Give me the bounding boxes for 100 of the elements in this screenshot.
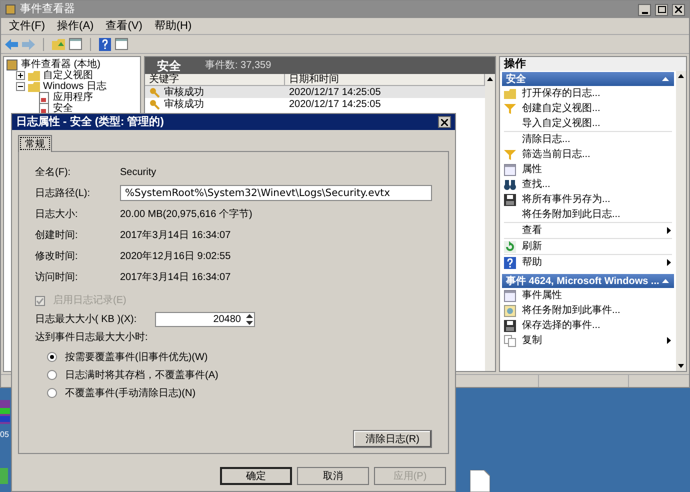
menu-item[interactable]: 文件(F) xyxy=(9,18,46,34)
action-item[interactable]: 保存选择的事件... xyxy=(522,318,672,333)
window-title: 事件查看器 xyxy=(20,2,76,18)
radio-label: 按需要覆盖事件(旧事件优先)(W) xyxy=(65,350,208,364)
section-header[interactable]: 事件 4624, Microsoft Windows ... xyxy=(502,274,674,288)
menu-item[interactable]: 查看(V) xyxy=(106,18,142,34)
app-icon xyxy=(5,4,16,15)
tree-item[interactable]: 自定义视图 xyxy=(43,70,93,81)
file-icon[interactable] xyxy=(470,470,490,492)
action-item[interactable]: 帮助 xyxy=(522,255,660,270)
action-item[interactable]: 查看 xyxy=(522,223,660,238)
funnel-icon xyxy=(504,148,516,160)
field-value: 2020年12月16日 9:02:55 xyxy=(120,250,231,264)
collapse-icon[interactable] xyxy=(16,82,25,91)
column-header[interactable]: 关键字 xyxy=(145,74,285,85)
field-label: 日志路径(L): xyxy=(35,186,91,200)
event-count: 事件数: 37,359 xyxy=(205,58,272,73)
maximize-button[interactable] xyxy=(655,4,668,16)
help-icon[interactable] xyxy=(99,38,111,50)
action-item[interactable]: 属性 xyxy=(522,162,672,177)
tree-item[interactable]: 应用程序 xyxy=(53,92,93,103)
radio-button[interactable] xyxy=(47,370,57,380)
radio-label: 日志满时将其存档，不覆盖事件(A) xyxy=(65,368,218,382)
field-value: Security xyxy=(120,166,156,180)
close-button[interactable] xyxy=(438,116,451,128)
path-field[interactable]: %SystemRoot%\System32\Winevt\Logs\Security.evtx xyxy=(120,185,432,201)
collapse-caret-icon[interactable] xyxy=(661,277,670,285)
table-cell: 审核成功 xyxy=(164,98,204,110)
max-size-label: 日志最大大小( KB )(X): xyxy=(35,312,138,327)
close-button[interactable] xyxy=(672,4,685,16)
folder-icon xyxy=(28,70,40,82)
field-label: 创建时间: xyxy=(35,228,79,242)
log-viewer-icon xyxy=(6,58,18,70)
close-icon xyxy=(675,6,682,13)
log-icon xyxy=(38,102,50,114)
checkbox-label: 启用日志记录(E) xyxy=(53,294,126,308)
dialog-title: 日志属性 - 安全 (类型: 管理的) xyxy=(16,114,165,130)
properties-icon xyxy=(504,290,516,302)
scrollbar[interactable] xyxy=(485,74,495,371)
tree-item[interactable]: 安全 xyxy=(53,103,73,114)
properties-icon xyxy=(504,164,516,176)
clear-log-button[interactable]: 清除日志(R) xyxy=(353,430,432,448)
collapse-caret-icon[interactable] xyxy=(661,75,670,83)
folder-icon xyxy=(28,80,40,92)
panel-icon[interactable] xyxy=(69,38,82,50)
copy-icon xyxy=(504,334,516,346)
actions-title: 操作 xyxy=(500,57,686,71)
field-value: 2017年3月14日 16:34:07 xyxy=(120,270,231,284)
funnel-icon xyxy=(504,102,516,114)
field-label: 全名(F): xyxy=(35,166,72,180)
tab[interactable]: 常规 xyxy=(18,135,52,152)
maximize-icon xyxy=(658,6,666,13)
spin-arrows-icon xyxy=(245,313,254,326)
action-item[interactable]: 创建自定义视图... xyxy=(522,101,672,116)
menu-item[interactable]: 操作(A) xyxy=(57,18,94,34)
scrollbar[interactable] xyxy=(676,71,686,371)
tree-item[interactable]: Windows 日志 xyxy=(43,81,106,92)
field-label: 访问时间: xyxy=(35,270,79,284)
radio-button[interactable] xyxy=(47,352,57,362)
max-size-spinner[interactable]: 20480 xyxy=(155,312,255,327)
minimize-button[interactable] xyxy=(638,4,651,16)
action-item[interactable]: 事件属性 xyxy=(522,288,672,303)
dialog-button[interactable]: 取消 xyxy=(297,467,369,485)
action-item[interactable]: 将任务附加到此事件... xyxy=(522,303,672,318)
radio-button[interactable] xyxy=(47,388,57,398)
field-value: 20.00 MB(20,975,616 个字节) xyxy=(120,208,252,222)
action-item[interactable]: 清除日志... xyxy=(522,132,672,147)
action-item[interactable]: 刷新 xyxy=(522,239,672,254)
help-icon xyxy=(504,256,516,268)
key-icon xyxy=(149,98,160,110)
log-icon xyxy=(38,92,50,104)
tree-item[interactable]: 事件查看器 (本地) xyxy=(21,59,100,70)
log-title: 安全 xyxy=(157,58,181,74)
action-item[interactable]: 复制 xyxy=(522,333,660,348)
action-item[interactable]: 导入自定义视图... xyxy=(522,116,672,131)
field-label: 修改时间: xyxy=(35,250,79,264)
column-header[interactable]: 日期和时间 xyxy=(285,74,485,85)
task-icon xyxy=(504,304,516,316)
table-cell: 审核成功 xyxy=(164,86,204,98)
desktop-icon[interactable] xyxy=(0,400,10,424)
key-icon xyxy=(149,86,160,98)
section-header[interactable]: 安全 xyxy=(502,72,674,86)
field-label: 日志大小: xyxy=(35,208,79,222)
field-value: 2017年3月14日 16:34:07 xyxy=(120,228,231,242)
binoculars-icon xyxy=(504,178,516,190)
action-item[interactable]: 打开保存的日志... xyxy=(522,86,672,101)
action-item[interactable]: 查找... xyxy=(522,177,672,192)
when-full-label: 达到事件日志最大大小时: xyxy=(35,330,149,345)
panel-icon[interactable] xyxy=(115,38,128,50)
dialog-button[interactable]: 确定 xyxy=(220,467,292,485)
table-cell-text: 2020/12/17 14:25:05 xyxy=(288,98,382,110)
expand-icon[interactable] xyxy=(16,71,25,80)
refresh-icon xyxy=(504,240,516,252)
radio-label: 不覆盖事件(手动清除日志)(N) xyxy=(65,386,196,400)
menu-item[interactable]: 帮助(H) xyxy=(154,18,192,34)
table-cell-text: 2020/12/17 14:25:05 xyxy=(288,86,382,98)
action-item[interactable]: 将所有事件另存为... xyxy=(522,192,672,207)
action-item[interactable]: 将任务附加到此日志... xyxy=(522,207,672,222)
action-item[interactable]: 筛选当前日志... xyxy=(522,147,672,162)
desktop-icon-label: 05 xyxy=(0,430,9,440)
